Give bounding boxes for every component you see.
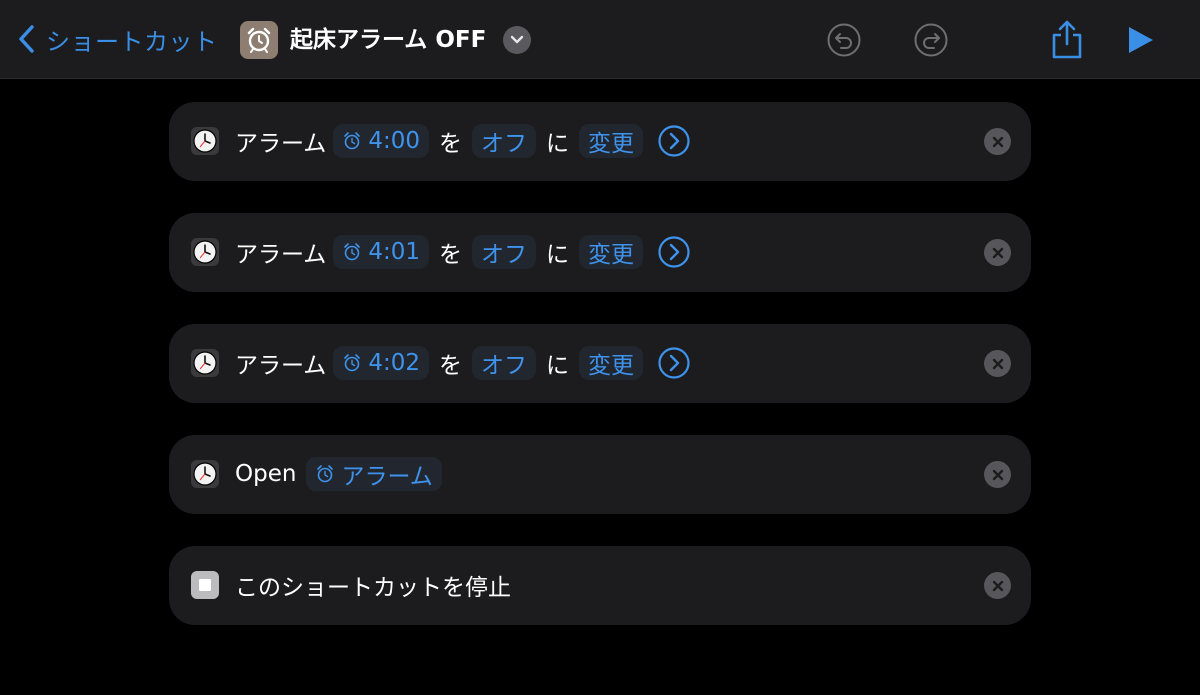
- set-alarm-action-card[interactable]: アラーム 4:02 を オフ に 変更: [169, 324, 1031, 403]
- alarm-clock-icon: [344, 132, 361, 150]
- redo-icon[interactable]: [913, 22, 949, 58]
- close-icon: [992, 580, 1003, 591]
- back-label: ショートカット: [46, 27, 218, 56]
- expand-chevron-icon[interactable]: [657, 346, 691, 380]
- alarm-clock-icon: [247, 27, 271, 53]
- clock-icon: [193, 462, 217, 486]
- alarm-time-token[interactable]: 4:01: [333, 235, 429, 269]
- clock-icon: [193, 129, 217, 153]
- action-row: アラーム 4:00 を オフ に 変更: [235, 122, 691, 160]
- expand-chevron-icon[interactable]: [657, 124, 691, 158]
- action-row: アラーム 4:01 を オフ に 変更: [235, 233, 691, 271]
- shortcut-icon[interactable]: [240, 21, 278, 59]
- clock-icon: [193, 240, 217, 264]
- alarm-time-token[interactable]: 4:02: [333, 346, 429, 380]
- alarm-clock-icon: [344, 243, 361, 261]
- play-icon[interactable]: [1125, 24, 1157, 56]
- operation-token[interactable]: 変更: [578, 346, 643, 380]
- alarm-time-token[interactable]: 4:00: [333, 124, 429, 158]
- set-alarm-action-card[interactable]: アラーム 4:00 を オフ に 変更: [169, 102, 1031, 181]
- clock-app-icon: [191, 460, 219, 488]
- clock-app-icon: [191, 238, 219, 266]
- square-stop-icon: [199, 579, 211, 591]
- particle: を: [438, 131, 462, 157]
- stop-icon: [191, 571, 219, 599]
- toolbar: ショートカット 起床アラーム OFF: [0, 0, 1200, 79]
- app-name: アラーム: [341, 464, 433, 490]
- alarm-state-token[interactable]: オフ: [471, 124, 536, 158]
- operation-token[interactable]: 変更: [578, 124, 643, 158]
- alarm-time: 4:01: [368, 239, 420, 265]
- action-verb: Open: [235, 461, 297, 487]
- undo-icon[interactable]: [826, 22, 862, 58]
- back-button[interactable]: ショートカット: [16, 20, 218, 58]
- open-app-action-card[interactable]: Open アラーム: [169, 435, 1031, 514]
- action-row: Open アラーム: [235, 455, 442, 493]
- close-icon: [992, 247, 1003, 258]
- stop-shortcut-action-card[interactable]: このショートカットを停止: [169, 546, 1031, 625]
- alarm-time: 4:02: [368, 350, 420, 376]
- action-verb: アラーム: [235, 131, 327, 157]
- particle: を: [438, 242, 462, 268]
- alarm-state-token[interactable]: オフ: [471, 235, 536, 269]
- operation-token[interactable]: 変更: [578, 235, 643, 269]
- clock-app-icon: [191, 127, 219, 155]
- particle: に: [545, 131, 569, 157]
- clock-icon: [193, 351, 217, 375]
- remove-action-button[interactable]: [984, 239, 1011, 266]
- close-icon: [992, 469, 1003, 480]
- action-row: アラーム 4:02 を オフ に 変更: [235, 344, 691, 382]
- shortcut-title[interactable]: 起床アラーム OFF: [290, 21, 486, 59]
- close-icon: [992, 136, 1003, 147]
- share-icon[interactable]: [1049, 18, 1085, 60]
- title-menu-button[interactable]: [503, 26, 531, 54]
- remove-action-button[interactable]: [984, 572, 1011, 599]
- action-verb: アラーム: [235, 242, 327, 268]
- remove-action-button[interactable]: [984, 350, 1011, 377]
- app-token[interactable]: アラーム: [306, 457, 442, 491]
- particle: に: [545, 242, 569, 268]
- chevron-left-icon: [19, 25, 34, 53]
- remove-action-button[interactable]: [984, 461, 1011, 488]
- remove-action-button[interactable]: [984, 128, 1011, 155]
- close-icon: [992, 358, 1003, 369]
- clock-app-icon: [191, 349, 219, 377]
- action-verb: アラーム: [235, 353, 327, 379]
- set-alarm-action-card[interactable]: アラーム 4:01 を オフ に 変更: [169, 213, 1031, 292]
- alarm-state-token[interactable]: オフ: [471, 346, 536, 380]
- alarm-time: 4:00: [368, 128, 420, 154]
- alarm-clock-icon: [317, 465, 334, 483]
- chevron-down-icon: [510, 35, 524, 44]
- action-row: このショートカットを停止: [235, 566, 511, 604]
- particle: を: [438, 353, 462, 379]
- expand-chevron-icon[interactable]: [657, 235, 691, 269]
- particle: に: [545, 353, 569, 379]
- alarm-clock-icon: [344, 354, 361, 372]
- action-label: このショートカットを停止: [235, 575, 511, 601]
